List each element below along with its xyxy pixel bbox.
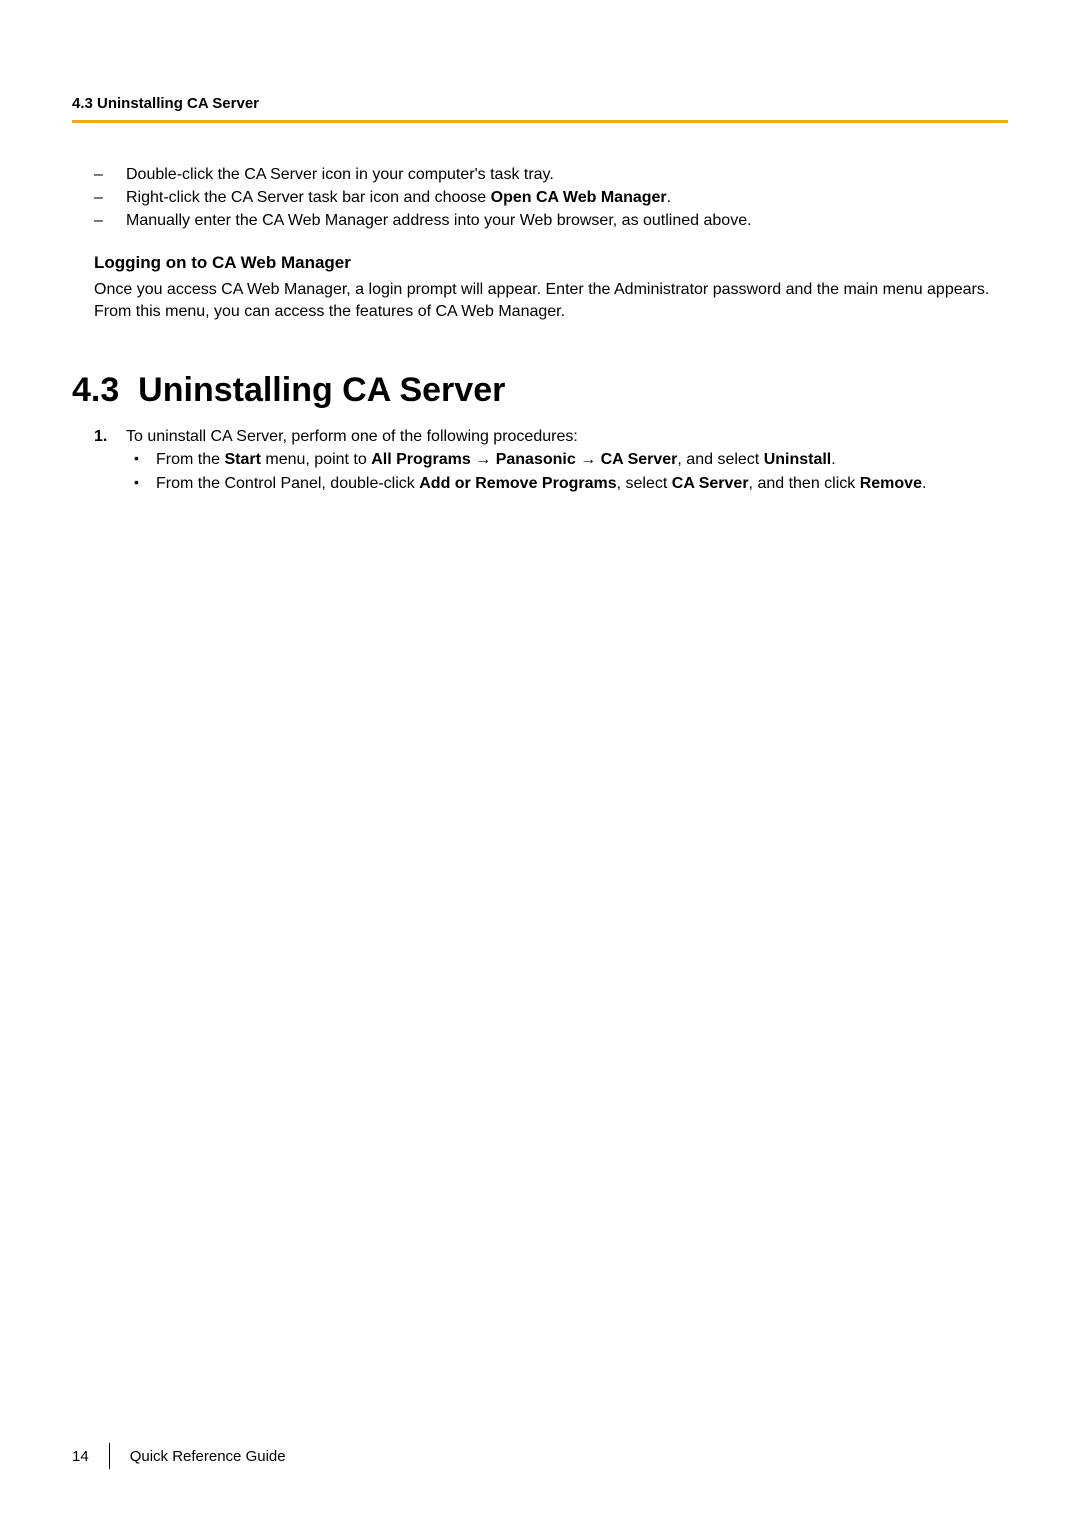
subsection: Logging on to CA Web Manager Once you ac… xyxy=(72,253,1008,322)
text-bold: CA Server xyxy=(672,475,749,492)
main-heading: 4.3 Uninstalling CA Server xyxy=(72,371,1008,410)
text-part: , and select xyxy=(677,451,763,468)
page-number: 14 xyxy=(72,1448,109,1465)
procedure-item: To uninstall CA Server, perform one of t… xyxy=(94,426,1008,495)
page-footer: 14 Quick Reference Guide xyxy=(72,1443,286,1469)
text-bold: Panasonic xyxy=(496,451,576,468)
bullet-list: From the Start menu, point to All Progra… xyxy=(126,449,1008,494)
subsection-text: Once you access CA Web Manager, a login … xyxy=(94,279,1008,322)
heading-title: Uninstalling CA Server xyxy=(138,371,505,409)
header-divider xyxy=(72,120,1008,123)
text-part: → xyxy=(471,451,496,468)
list-item: Right-click the CA Server task bar icon … xyxy=(94,188,1008,209)
list-text-part: . xyxy=(667,189,671,206)
header-title: 4.3 Uninstalling CA Server xyxy=(72,95,1008,112)
text-bold: Uninstall xyxy=(764,451,832,468)
procedure-list: To uninstall CA Server, perform one of t… xyxy=(72,426,1008,495)
list-text: Double-click the CA Server icon in your … xyxy=(126,166,554,183)
procedure-intro: To uninstall CA Server, perform one of t… xyxy=(126,428,578,445)
text-part: → xyxy=(576,451,601,468)
list-text: Manually enter the CA Web Manager addres… xyxy=(126,212,752,229)
text-part: . xyxy=(922,475,926,492)
bullet-item: From the Control Panel, double-click Add… xyxy=(126,473,1008,495)
text-part: From the xyxy=(156,451,224,468)
heading-number: 4.3 xyxy=(72,371,119,409)
text-part: From the Control Panel, double-click xyxy=(156,475,419,492)
text-bold: All Programs xyxy=(371,451,471,468)
footer-divider xyxy=(109,1443,110,1469)
text-part: menu, point to xyxy=(261,451,371,468)
text-part: , and then click xyxy=(749,475,860,492)
list-item: Double-click the CA Server icon in your … xyxy=(94,165,1008,186)
text-bold: CA Server xyxy=(601,451,678,468)
bullet-item: From the Start menu, point to All Progra… xyxy=(126,449,1008,471)
page-header: 4.3 Uninstalling CA Server xyxy=(72,95,1008,112)
text-part: , select xyxy=(617,475,672,492)
dash-list: Double-click the CA Server icon in your … xyxy=(72,165,1008,231)
text-part: . xyxy=(831,451,835,468)
subsection-title: Logging on to CA Web Manager xyxy=(94,253,1008,273)
list-text-part: Right-click the CA Server task bar icon … xyxy=(126,189,491,206)
text-bold: Add or Remove Programs xyxy=(419,475,616,492)
list-item: Manually enter the CA Web Manager addres… xyxy=(94,211,1008,232)
list-text-bold: Open CA Web Manager xyxy=(491,189,667,206)
document-page: 4.3 Uninstalling CA Server Double-click … xyxy=(0,0,1080,1527)
text-bold: Start xyxy=(224,451,260,468)
text-bold: Remove xyxy=(860,475,922,492)
footer-title: Quick Reference Guide xyxy=(130,1448,286,1465)
